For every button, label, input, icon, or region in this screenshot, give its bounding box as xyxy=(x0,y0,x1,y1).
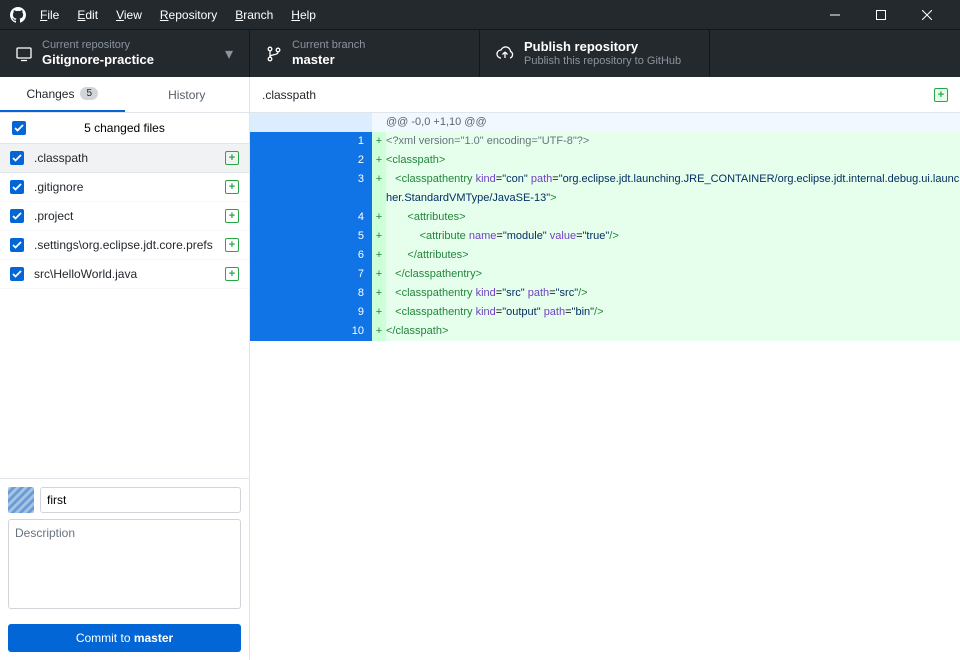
minimize-button[interactable] xyxy=(812,0,858,29)
maximize-button[interactable] xyxy=(858,0,904,29)
repo-selector[interactable]: Current repository Gitignore-practice ▾ xyxy=(0,30,250,77)
diff-line: 10 +</classpath> xyxy=(250,322,960,341)
diff-view: .classpath + @@ -0,0 +1,10 @@ 1 +<?xml v… xyxy=(250,77,960,660)
menu-branch[interactable]: Branch xyxy=(235,8,273,22)
diff-body[interactable]: @@ -0,0 +1,10 @@ 1 +<?xml version="1.0" … xyxy=(250,113,960,660)
file-row[interactable]: .classpath + xyxy=(0,144,249,173)
diff-line: 7 + </classpathentry> xyxy=(250,265,960,284)
changes-count-badge: 5 xyxy=(80,87,98,100)
sidebar-tabs: Changes 5 History xyxy=(0,77,249,113)
publish-button[interactable]: Publish repository Publish this reposito… xyxy=(480,30,710,77)
file-row[interactable]: .gitignore + xyxy=(0,173,249,202)
commit-box: Commit to master xyxy=(0,478,249,660)
diff-filename: .classpath xyxy=(262,88,316,102)
diff-line: 4 + <attributes> xyxy=(250,208,960,227)
branch-label: Current branch xyxy=(292,39,365,52)
window-controls xyxy=(812,0,950,29)
titlebar-left: File Edit View Repository Branch Help xyxy=(10,7,316,23)
main: Changes 5 History 5 changed files .class… xyxy=(0,77,960,660)
added-icon: + xyxy=(225,209,239,223)
file-checkbox[interactable] xyxy=(10,180,24,194)
branch-value: master xyxy=(292,52,365,68)
diff-line: 1 +<?xml version="1.0" encoding="UTF-8"?… xyxy=(250,132,960,151)
diff-line: 6 + </attributes> xyxy=(250,246,960,265)
file-checkbox[interactable] xyxy=(10,238,24,252)
publish-sub: Publish this repository to GitHub xyxy=(524,55,681,68)
branch-selector[interactable]: Current branch master xyxy=(250,30,480,77)
file-row[interactable]: src\HelloWorld.java + xyxy=(0,260,249,289)
github-logo-icon xyxy=(10,7,26,23)
publish-title: Publish repository xyxy=(524,39,681,55)
menu-repository[interactable]: Repository xyxy=(160,8,217,22)
diff-line: 3 + <classpathentry kind="con" path="org… xyxy=(250,170,960,208)
diff-line: 5 + <attribute name="module" value="true… xyxy=(250,227,960,246)
files-header: 5 changed files xyxy=(0,113,249,144)
avatar xyxy=(8,487,34,513)
chevron-down-icon: ▾ xyxy=(225,44,233,64)
tab-changes-label: Changes xyxy=(26,87,74,101)
cloud-upload-icon xyxy=(496,45,514,63)
menu-bar: File Edit View Repository Branch Help xyxy=(40,8,316,22)
toolbar: Current repository Gitignore-practice ▾ … xyxy=(0,29,960,77)
added-icon: + xyxy=(225,180,239,194)
select-all-checkbox[interactable] xyxy=(12,121,26,135)
file-checkbox[interactable] xyxy=(10,209,24,223)
tab-changes[interactable]: Changes 5 xyxy=(0,77,125,112)
monitor-icon xyxy=(16,46,32,62)
file-checkbox[interactable] xyxy=(10,267,24,281)
diff-line: 9 + <classpathentry kind="output" path="… xyxy=(250,303,960,322)
file-name: .project xyxy=(34,209,225,223)
file-row[interactable]: .project + xyxy=(0,202,249,231)
added-icon: + xyxy=(934,88,948,102)
added-icon: + xyxy=(225,267,239,281)
branch-icon xyxy=(266,46,282,62)
file-name: src\HelloWorld.java xyxy=(34,267,225,281)
menu-edit[interactable]: Edit xyxy=(77,8,98,22)
menu-view[interactable]: View xyxy=(116,8,142,22)
sidebar: Changes 5 History 5 changed files .class… xyxy=(0,77,250,660)
diff-line: 2 +<classpath> xyxy=(250,151,960,170)
tab-history[interactable]: History xyxy=(125,77,250,112)
added-icon: + xyxy=(225,238,239,252)
added-icon: + xyxy=(225,151,239,165)
commit-summary-input[interactable] xyxy=(40,487,241,513)
toolbar-spacer xyxy=(710,30,960,77)
files-header-label: 5 changed files xyxy=(84,121,165,135)
file-list: .classpath + .gitignore + .project + .se… xyxy=(0,144,249,478)
repo-label: Current repository xyxy=(42,39,154,52)
file-name: .gitignore xyxy=(34,180,225,194)
commit-button-branch: master xyxy=(134,631,173,645)
diff-line: 8 + <classpathentry kind="src" path="src… xyxy=(250,284,960,303)
file-checkbox[interactable] xyxy=(10,151,24,165)
titlebar: File Edit View Repository Branch Help xyxy=(0,0,960,29)
file-row[interactable]: .settings\org.eclipse.jdt.core.prefs + xyxy=(0,231,249,260)
diff-header: .classpath + xyxy=(250,77,960,113)
tab-history-label: History xyxy=(168,88,205,102)
repo-value: Gitignore-practice xyxy=(42,52,154,68)
file-name: .classpath xyxy=(34,151,225,165)
file-name: .settings\org.eclipse.jdt.core.prefs xyxy=(34,238,225,252)
menu-help[interactable]: Help xyxy=(291,8,316,22)
menu-file[interactable]: File xyxy=(40,8,59,22)
close-button[interactable] xyxy=(904,0,950,29)
diff-hunk-line: @@ -0,0 +1,10 @@ xyxy=(250,113,960,132)
commit-button[interactable]: Commit to master xyxy=(8,624,241,652)
commit-button-prefix: Commit to xyxy=(76,631,134,645)
commit-description-input[interactable] xyxy=(8,519,241,609)
